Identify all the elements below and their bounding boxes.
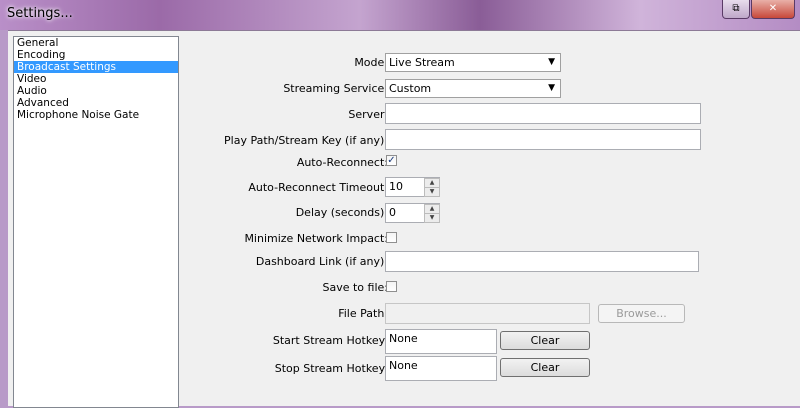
close-button[interactable]: ✕ (751, 0, 795, 19)
stream-key-label: Play Path/Stream Key (if any): (224, 134, 388, 147)
stop-stream-hotkey-input[interactable]: None (385, 356, 497, 381)
mode-label: Mode: (354, 56, 388, 69)
auto-reconnect-timeout-value: 10 (389, 180, 403, 193)
sidebar-item-microphone-noise-gate[interactable]: Microphone Noise Gate (14, 109, 178, 121)
delay-spinner[interactable]: 0 ▲ ▼ (385, 203, 440, 223)
stop-hotkey-clear-button[interactable]: Clear (500, 358, 590, 377)
sidebar-item-encoding[interactable]: Encoding (14, 49, 178, 61)
sidebar-item-audio[interactable]: Audio (14, 85, 178, 97)
server-input[interactable] (385, 103, 701, 124)
auto-reconnect-timeout-label: Auto-Reconnect Timeout: (248, 181, 388, 194)
spinner-buttons: ▲ ▼ (424, 204, 440, 223)
auto-reconnect-timeout-spinner[interactable]: 10 ▲ ▼ (385, 177, 440, 197)
streaming-service-select[interactable]: Custom ▼ (385, 79, 561, 98)
spin-down-icon[interactable]: ▼ (424, 213, 440, 223)
sidebar-item-general[interactable]: General (14, 37, 178, 49)
save-to-file-label: Save to file: (322, 281, 389, 294)
browse-button[interactable]: Browse... (598, 304, 685, 323)
file-path-label: File Path: (338, 307, 388, 320)
chevron-down-icon: ▼ (548, 57, 555, 67)
delay-label: Delay (seconds): (295, 206, 388, 219)
chevron-down-icon: ▼ (548, 83, 555, 93)
restore-button[interactable]: ⧉ (722, 0, 750, 19)
start-stream-hotkey-input[interactable]: None (385, 329, 497, 354)
close-icon: ✕ (768, 3, 778, 14)
delay-value: 0 (389, 206, 396, 219)
window-title: Settings... (7, 6, 73, 21)
file-path-input[interactable] (385, 303, 590, 324)
spinner-buttons: ▲ ▼ (424, 178, 440, 197)
settings-client-area: General Encoding Broadcast Settings Vide… (8, 30, 800, 408)
minimize-network-impact-checkbox[interactable] (386, 232, 397, 243)
settings-category-list[interactable]: General Encoding Broadcast Settings Vide… (13, 36, 179, 408)
sidebar-item-broadcast-settings[interactable]: Broadcast Settings (14, 61, 178, 73)
dashboard-link-input[interactable] (385, 251, 699, 272)
auto-reconnect-checkbox[interactable]: ✓ (386, 155, 397, 166)
streaming-service-label: Streaming Service: (283, 82, 388, 95)
minimize-network-impact-label: Minimize Network Impact: (244, 232, 388, 245)
stream-key-input[interactable] (385, 129, 701, 150)
auto-reconnect-label: Auto-Reconnect: (296, 156, 388, 169)
mode-value: Live Stream (389, 56, 455, 69)
title-bar: Settings... ⧉ ✕ (0, 0, 800, 30)
start-hotkey-clear-button[interactable]: Clear (500, 331, 590, 350)
start-stream-hotkey-label: Start Stream Hotkey: (272, 334, 388, 347)
checkmark-icon: ✓ (387, 155, 396, 166)
spin-down-icon[interactable]: ▼ (424, 187, 440, 197)
stop-stream-hotkey-label: Stop Stream Hotkey: (274, 362, 388, 375)
save-to-file-checkbox[interactable] (386, 281, 397, 292)
sidebar-item-video[interactable]: Video (14, 73, 178, 85)
restore-icon: ⧉ (732, 3, 740, 14)
sidebar-item-advanced[interactable]: Advanced (14, 97, 178, 109)
server-label: Server: (348, 108, 388, 121)
dashboard-link-label: Dashboard Link (if any): (255, 255, 388, 268)
mode-select[interactable]: Live Stream ▼ (385, 53, 561, 72)
streaming-service-value: Custom (389, 82, 432, 95)
